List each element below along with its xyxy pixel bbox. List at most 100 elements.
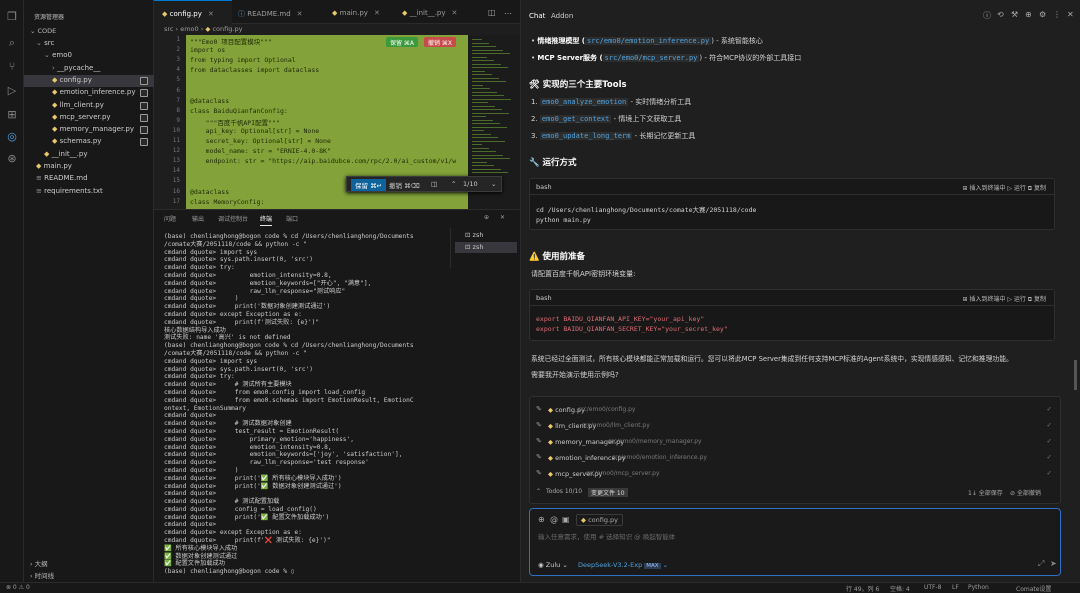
- tree-item[interactable]: ◆ mcp_server.py: [24, 112, 154, 124]
- tab-chat[interactable]: Chat: [529, 12, 545, 20]
- history-icon[interactable]: ⟲: [997, 10, 1004, 19]
- send-icon[interactable]: ➤: [1050, 559, 1057, 568]
- chat-input-box[interactable]: ⊕ @ ▣ ◆ config.py 输入任意需求，使用 # 选择知识 @ 唤起智…: [529, 508, 1061, 576]
- context-chip[interactable]: ◆ config.py: [576, 514, 624, 526]
- file-link[interactable]: src/emo0/emotion_inference.py: [585, 37, 712, 45]
- keep-button[interactable]: 保留 ⌘↵: [351, 179, 387, 191]
- changed-file-row[interactable]: ✎ ◆ emotion_inference.py src/emo0/emotion_…: [536, 451, 1056, 465]
- line-ending[interactable]: LF: [952, 584, 959, 591]
- tab-config-py[interactable]: ◆ config.py ✕: [154, 0, 232, 24]
- new-chat-icon[interactable]: ⊕: [1025, 10, 1032, 19]
- agent-selector[interactable]: ◉ Zulu ⌄: [538, 561, 568, 569]
- add-context-icon[interactable]: ⊕: [538, 515, 545, 524]
- terminal-output[interactable]: (base) chenlianghong@bogon code % cd /Us…: [164, 233, 444, 581]
- changed-file-row[interactable]: ✎ ◆ mcp_server.py src/emo0/mcp_server.py ✓: [536, 467, 1056, 481]
- terminal-item[interactable]: ⊡ zsh: [455, 242, 517, 253]
- encoding[interactable]: UTF-8: [924, 584, 942, 591]
- accept-change-button[interactable]: 保留 ⌘A: [386, 37, 419, 47]
- info-icon[interactable]: ⓘ: [983, 10, 991, 21]
- remote-icon[interactable]: ⊛: [5, 152, 19, 166]
- problems-status[interactable]: ⊗ 0 ⚠ 0: [6, 584, 30, 591]
- tree-item[interactable]: ◆ config.py: [24, 74, 154, 87]
- language-mode[interactable]: Python: [968, 584, 989, 591]
- tab-terminal[interactable]: 终端: [260, 214, 273, 226]
- close-icon[interactable]: ✕: [374, 9, 380, 17]
- tab-addon[interactable]: Addon: [551, 12, 573, 20]
- comate-icon[interactable]: ◎: [5, 130, 19, 144]
- more-actions-icon[interactable]: …: [504, 7, 512, 16]
- line-number: 1: [176, 36, 180, 43]
- chevron-down-icon[interactable]: ⌄: [491, 180, 496, 188]
- close-panel-icon[interactable]: ✕: [500, 214, 505, 221]
- settings-icon[interactable]: ⚙: [1039, 10, 1046, 19]
- extensions-icon[interactable]: ⊞: [5, 108, 19, 122]
- tree-item[interactable]: ⌄ emo0: [24, 50, 154, 62]
- scrollbar[interactable]: [1074, 360, 1077, 390]
- breadcrumb[interactable]: src › emo0 › ◆ config.py: [154, 24, 520, 35]
- reject-change-button[interactable]: 撤销 ⌘X: [424, 37, 457, 47]
- image-icon[interactable]: ▣: [562, 515, 570, 524]
- indentation[interactable]: 空格: 4: [890, 584, 910, 593]
- accept-all-button[interactable]: 1↓ 全部保存: [968, 488, 1003, 497]
- chat-input-placeholder[interactable]: 输入任意需求，使用 # 选择知识 @ 唤起智能体: [538, 531, 675, 541]
- tree-item[interactable]: ◆ memory_manager.py: [24, 124, 154, 136]
- explorer-icon[interactable]: ❐: [5, 10, 19, 24]
- chevron-up-icon[interactable]: ⌃: [536, 488, 541, 495]
- close-icon[interactable]: ✕: [452, 9, 458, 17]
- terminal-item[interactable]: ⊡ zsh: [455, 230, 517, 241]
- minimap-line: [472, 151, 496, 152]
- more-icon[interactable]: ⋮: [1053, 10, 1061, 19]
- close-icon[interactable]: ✕: [208, 10, 214, 18]
- expand-icon[interactable]: ⤢: [1038, 559, 1044, 569]
- close-icon[interactable]: ✕: [297, 10, 303, 18]
- model-selector[interactable]: DeepSeek-V3.2-Exp MAX ⌄: [578, 561, 668, 569]
- cursor-position[interactable]: 行 49，列 6: [846, 584, 879, 593]
- add-terminal-icon[interactable]: ⊕: [484, 214, 489, 221]
- tab-output[interactable]: 输出: [192, 214, 204, 223]
- tree-item[interactable]: ⌄ src: [24, 38, 154, 50]
- prep-text: 请配置百度千帆API密钥环境变量:: [531, 270, 636, 278]
- tree-item[interactable]: ≡ README.md: [24, 173, 154, 185]
- code-actions[interactable]: ⊞ 插入到终端中 ▷ 运行 ⧉ 复制: [963, 183, 1046, 193]
- tab-main-py[interactable]: ◆ main.py ✕: [324, 0, 394, 24]
- tab-debug-console[interactable]: 调试控制台: [218, 214, 248, 223]
- tree-item[interactable]: ◆ schemas.py: [24, 136, 154, 148]
- chevron-up-icon[interactable]: ⌃: [451, 180, 456, 188]
- tree-item[interactable]: › __pycache__: [24, 63, 154, 75]
- tab-readme-md[interactable]: ⓘ README.md ✕: [234, 0, 320, 24]
- file-link[interactable]: src/emo0/mcp_server.py: [602, 54, 700, 62]
- split-editor-icon[interactable]: ◫: [488, 8, 496, 17]
- tools-icon[interactable]: ⚒: [1011, 10, 1018, 19]
- tree-item[interactable]: ◆ __init__.py: [24, 149, 154, 161]
- tab-problems[interactable]: 问题: [164, 214, 176, 223]
- workspace-root[interactable]: ⌄ CODE: [30, 27, 56, 35]
- tree-item[interactable]: ◆ main.py: [24, 161, 154, 173]
- code-editor[interactable]: 1 """Emo0 项目配置模块""" 2 import os 3 from typing…: [154, 35, 520, 209]
- timeline-section[interactable]: › 时间线: [30, 570, 54, 580]
- changed-file-row[interactable]: ✎ ◆ memory_manager.py src/emo0/memory_mana…: [536, 435, 1056, 449]
- code-actions[interactable]: ⊞ 插入到终端中 ▷ 运行 ⧉ 复制: [963, 294, 1046, 304]
- comate-settings[interactable]: Comate设置: [1016, 584, 1051, 593]
- split-icon[interactable]: ◫: [431, 180, 437, 188]
- todos-label[interactable]: Todos 10/10: [546, 488, 582, 495]
- tree-item[interactable]: ◆ llm_client.py: [24, 100, 154, 112]
- code-content[interactable]: export BAIDU_QIANFAN_API_KEY="your_api_k…: [536, 314, 728, 334]
- changed-files-label[interactable]: 变更文件 10: [588, 488, 628, 497]
- tab-init-py[interactable]: ◆ __init__.py ✕: [398, 0, 480, 24]
- undo-button[interactable]: 撤销 ⌘⌫: [389, 180, 420, 190]
- tree-item[interactable]: ≡ requirements.txt: [24, 186, 154, 198]
- source-control-icon[interactable]: ⑂: [5, 60, 19, 74]
- run-debug-icon[interactable]: ▷: [5, 84, 19, 98]
- code-content[interactable]: cd /Users/chenlianghong/Documents/comate…: [536, 205, 756, 225]
- changed-file-row[interactable]: ✎ ◆ llm_client.py src/emo0/llm_client.py ✓: [536, 419, 1056, 433]
- python-file-icon: ◆: [548, 438, 553, 446]
- reject-all-button[interactable]: ⊘ 全部撤销: [1010, 488, 1041, 497]
- changed-file-row[interactable]: ✎ ◆ config.py src/emo0/config.py ✓: [536, 403, 1056, 417]
- search-icon[interactable]: ⌕: [5, 36, 19, 50]
- outline-section[interactable]: › 大纲: [30, 558, 48, 568]
- activity-bar: ❐ ⌕ ⑂ ▷ ⊞ ◎ ⊛: [0, 0, 24, 582]
- tab-ports[interactable]: 端口: [286, 214, 298, 223]
- close-icon[interactable]: ✕: [1067, 10, 1074, 19]
- tree-item[interactable]: ◆ emotion_inference.py: [24, 87, 154, 99]
- at-icon[interactable]: @: [550, 515, 558, 524]
